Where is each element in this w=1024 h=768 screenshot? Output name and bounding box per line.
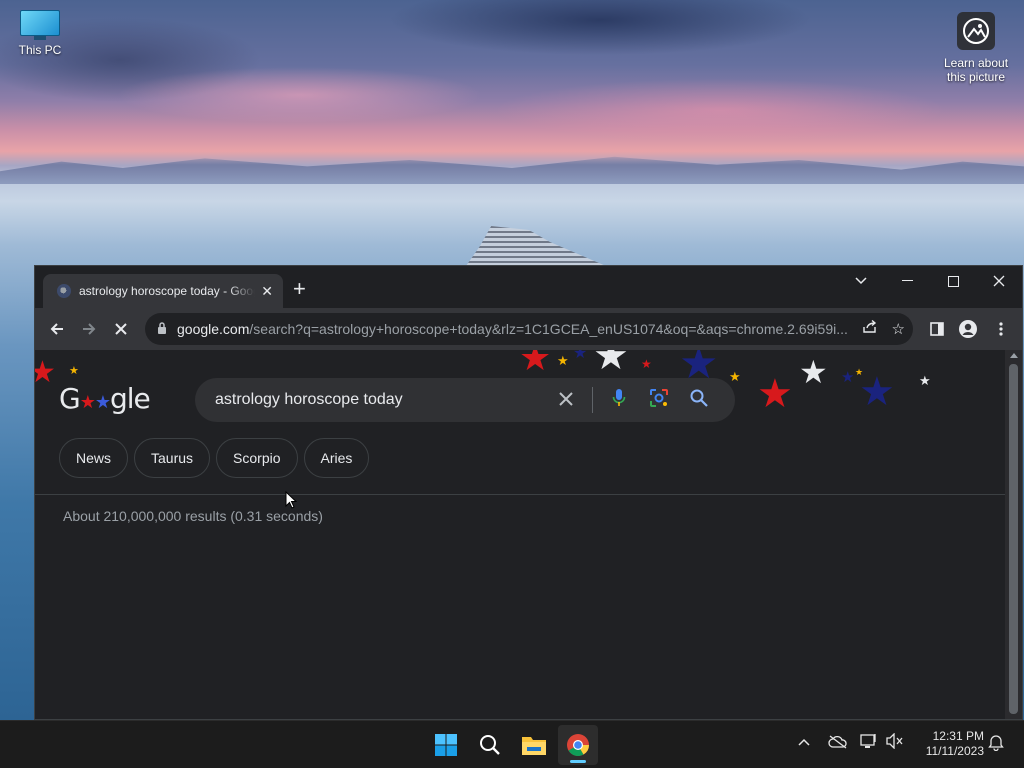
volume-muted-icon[interactable] bbox=[886, 732, 904, 752]
search-filter-chips: News Taurus Scorpio Aries bbox=[59, 438, 370, 478]
url-host: google.com bbox=[177, 321, 250, 337]
desktop-icon-label: Learn about this picture bbox=[943, 56, 1009, 84]
navy-star-icon: ★ bbox=[573, 350, 588, 362]
gold-star-icon: ★ bbox=[557, 353, 569, 368]
chrome-taskbar-button[interactable] bbox=[558, 725, 598, 765]
network-icon[interactable] bbox=[860, 733, 878, 752]
white-star-icon: ★ bbox=[593, 350, 629, 378]
wallpaper-mountains bbox=[0, 156, 1024, 184]
image-search-icon[interactable] bbox=[639, 388, 679, 413]
minimize-icon bbox=[901, 280, 913, 281]
forward-button[interactable] bbox=[77, 317, 101, 341]
chip-taurus[interactable]: Taurus bbox=[134, 438, 211, 478]
desktop-icon-this-pc[interactable]: This PC bbox=[0, 10, 80, 57]
side-panel-icon bbox=[930, 322, 944, 336]
scroll-thumb[interactable] bbox=[1009, 364, 1018, 714]
lock-icon[interactable] bbox=[157, 321, 167, 337]
close-window-button[interactable] bbox=[976, 266, 1022, 296]
logo-text: G★★gle bbox=[59, 382, 151, 415]
profile-button[interactable] bbox=[956, 317, 980, 341]
profile-icon bbox=[959, 320, 977, 338]
menu-icon bbox=[999, 322, 1003, 336]
back-button[interactable] bbox=[45, 317, 69, 341]
taskbar-search-button[interactable] bbox=[470, 725, 510, 765]
file-explorer-icon bbox=[522, 737, 546, 755]
red-star-icon: ★ bbox=[641, 357, 652, 371]
maximize-button[interactable] bbox=[930, 266, 976, 296]
taskbar: 12:31 PM 11/11/2023 bbox=[0, 720, 1024, 768]
search-input[interactable]: astrology horoscope today bbox=[215, 391, 546, 409]
desktop-icon-label: This PC bbox=[18, 43, 62, 57]
chip-scorpio[interactable]: Scorpio bbox=[216, 438, 298, 478]
clock-date: 11/11/2023 bbox=[925, 744, 984, 758]
back-icon bbox=[50, 323, 63, 335]
google-logo[interactable]: G★★gle bbox=[59, 382, 151, 415]
learn-picture-icon bbox=[957, 12, 995, 50]
show-hidden-icons-chevron-icon[interactable] bbox=[798, 733, 810, 749]
active-indicator bbox=[570, 760, 586, 763]
red-star-icon: ★ bbox=[519, 350, 552, 378]
red-star-icon: ★ bbox=[757, 372, 793, 416]
new-tab-button[interactable]: + bbox=[293, 278, 306, 300]
chip-news[interactable]: News bbox=[59, 438, 129, 478]
start-button[interactable] bbox=[426, 725, 466, 765]
bookmark-star-icon[interactable]: ☆ bbox=[892, 320, 905, 338]
white-star-icon: ★ bbox=[799, 354, 828, 390]
navy-star-icon: ★ bbox=[841, 369, 855, 386]
white-star-icon: ★ bbox=[919, 373, 931, 388]
page-content: ★ ★ ★ ★ ★ ★ ★ ★ ★ ★ ★ ★ ★ ★ ★ G★★gle ast… bbox=[35, 350, 1006, 719]
maximize-icon bbox=[947, 275, 959, 287]
red-star-icon: ★ bbox=[35, 358, 56, 388]
browser-tab[interactable]: astrology horoscope today - Google Searc… bbox=[43, 274, 283, 308]
close-icon bbox=[993, 275, 1005, 287]
start-icon bbox=[435, 734, 457, 756]
chrome-icon bbox=[567, 734, 589, 756]
gold-star-icon: ★ bbox=[729, 369, 741, 384]
clear-icon[interactable] bbox=[546, 390, 586, 411]
url-path: /search?q=astrology+horoscope+today&rlz=… bbox=[249, 321, 848, 337]
mouse-cursor-icon bbox=[285, 491, 297, 509]
result-stats: About 210,000,000 results (0.31 seconds) bbox=[63, 508, 323, 524]
file-explorer-button[interactable] bbox=[514, 725, 554, 765]
tab-search-icon[interactable] bbox=[838, 266, 884, 296]
stop-button[interactable] bbox=[109, 317, 133, 341]
browser-toolbar: google.com /search?q=astrology+horoscope… bbox=[35, 308, 1022, 350]
taskbar-clock[interactable]: 12:31 PM 11/11/2023 bbox=[912, 729, 984, 759]
wallpaper-pier bbox=[466, 226, 606, 266]
gold-star-icon: ★ bbox=[69, 365, 79, 377]
address-bar[interactable]: google.com /search?q=astrology+horoscope… bbox=[145, 313, 913, 345]
onedrive-icon[interactable] bbox=[828, 735, 848, 752]
navy-star-icon: ★ bbox=[859, 370, 895, 414]
this-pc-icon bbox=[20, 10, 60, 40]
scroll-up-icon[interactable] bbox=[1010, 353, 1018, 358]
stop-icon bbox=[115, 323, 127, 335]
page-scrollbar[interactable] bbox=[1005, 350, 1022, 719]
tab-title: astrology horoscope today - Google Searc… bbox=[79, 284, 255, 298]
notification-bell-icon[interactable] bbox=[988, 733, 1004, 754]
forward-icon bbox=[83, 323, 96, 335]
clock-time: 12:31 PM bbox=[932, 729, 984, 743]
desktop-icon-learn-about-picture[interactable]: Learn about this picture bbox=[934, 12, 1018, 84]
search-icon[interactable] bbox=[679, 389, 719, 412]
chrome-window: astrology horoscope today - Google Searc… bbox=[34, 265, 1023, 720]
loading-favicon-icon bbox=[57, 284, 71, 298]
title-bar: astrology horoscope today - Google Searc… bbox=[35, 266, 1022, 308]
search-icon bbox=[480, 735, 500, 755]
share-icon[interactable] bbox=[862, 319, 878, 338]
search-box[interactable]: astrology horoscope today bbox=[195, 378, 735, 422]
header-divider bbox=[35, 494, 1006, 495]
tab-close-icon[interactable]: ✕ bbox=[261, 283, 273, 300]
chip-aries[interactable]: Aries bbox=[303, 438, 370, 478]
search-divider bbox=[592, 387, 593, 413]
side-panel-button[interactable] bbox=[925, 317, 949, 341]
minimize-button[interactable] bbox=[884, 266, 930, 296]
voice-search-icon[interactable] bbox=[599, 388, 639, 413]
menu-button[interactable] bbox=[989, 317, 1013, 341]
